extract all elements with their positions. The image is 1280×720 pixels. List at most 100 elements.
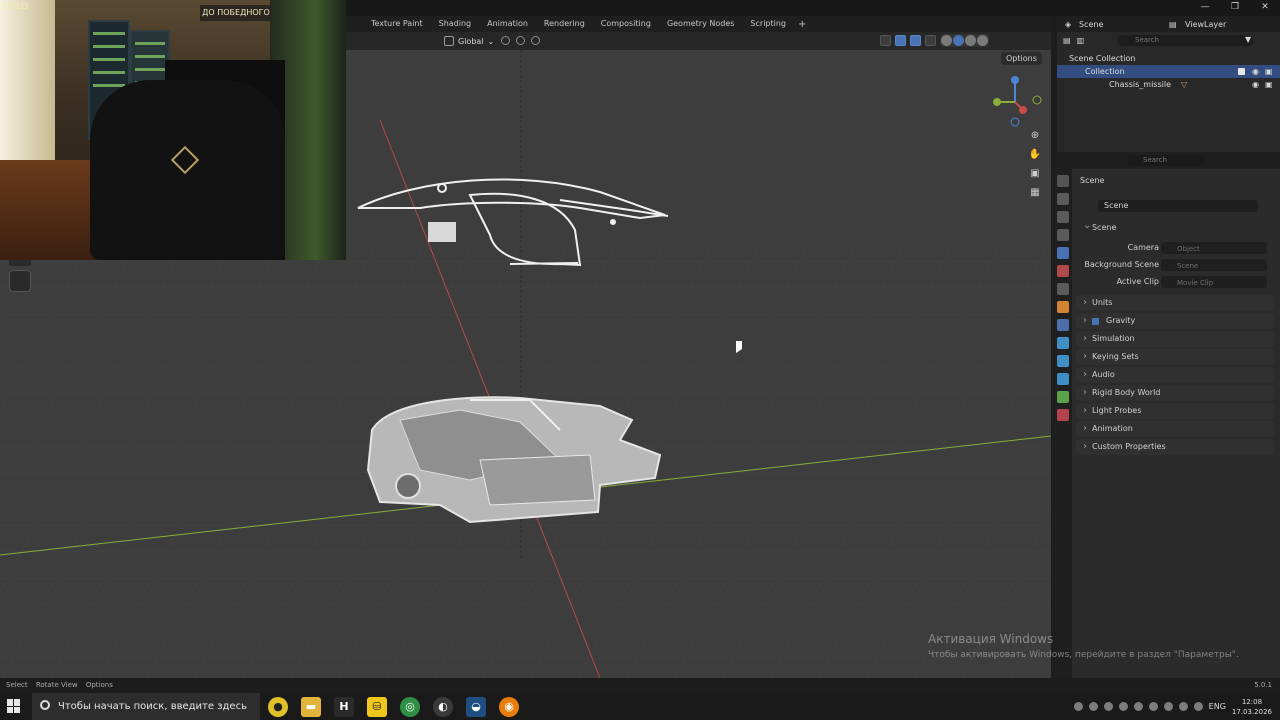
exclude-checkbox[interactable]: [1238, 68, 1245, 75]
windows-start-icon[interactable]: [7, 699, 21, 713]
output-tab-icon[interactable]: [1057, 211, 1069, 223]
camera-field[interactable]: Object: [1161, 242, 1267, 254]
app-icon-1[interactable]: ●: [268, 697, 288, 717]
section-units[interactable]: Units: [1076, 295, 1274, 311]
outliner-search-input[interactable]: Search: [1117, 35, 1253, 46]
material-tab-icon[interactable]: [1057, 409, 1069, 421]
transform-orientation-dropdown[interactable]: Global ⌄: [444, 35, 494, 47]
app-h-icon[interactable]: H: [334, 697, 354, 717]
camera-icon[interactable]: ▣: [1028, 167, 1042, 181]
app-circle-icon[interactable]: ◐: [433, 697, 453, 717]
section-custom-properties[interactable]: Custom Properties: [1076, 439, 1274, 455]
data-tab-icon[interactable]: [1057, 391, 1069, 403]
pivot-icon[interactable]: [501, 36, 510, 45]
orientation-icon: [444, 36, 454, 46]
tray-icon[interactable]: [1088, 702, 1098, 711]
properties-tabs: [1055, 169, 1072, 678]
section-rigid-body-world[interactable]: Rigid Body World: [1076, 385, 1274, 401]
tray-icon[interactable]: [1133, 702, 1143, 711]
chrome-icon[interactable]: ◎: [400, 697, 420, 717]
maximize-button[interactable]: ❐: [1220, 0, 1250, 14]
outliner-object-row[interactable]: Chassis_missile ▽ ◉ ▣: [1057, 78, 1280, 91]
taskbar-search-input[interactable]: Чтобы начать поиск, введите здесь запрос: [32, 693, 260, 720]
section-light-probes[interactable]: Light Probes: [1076, 403, 1274, 419]
tray-icon[interactable]: [1118, 702, 1128, 711]
tab-animation[interactable]: Animation: [479, 16, 536, 32]
xray-icon[interactable]: [925, 35, 936, 46]
visibility-icon[interactable]: [880, 35, 891, 46]
physics-tab-icon[interactable]: [1057, 355, 1069, 367]
modifier-tab-icon[interactable]: [1057, 319, 1069, 331]
tray-icon[interactable]: [1073, 702, 1083, 711]
tray-icon[interactable]: [1178, 702, 1188, 711]
active-clip-field[interactable]: Movie Clip: [1161, 276, 1267, 288]
scene-collection-label: Scene Collection: [1069, 54, 1136, 63]
view-layer-selector[interactable]: ViewLayer: [1185, 20, 1226, 29]
render-tab-icon[interactable]: [1057, 193, 1069, 205]
pan-hand-icon[interactable]: ✋: [1028, 148, 1042, 162]
eye-icon[interactable]: ◉: [1252, 65, 1259, 78]
world-tab-icon[interactable]: [1057, 265, 1069, 277]
tray-icon[interactable]: [1148, 702, 1158, 711]
particles-tab-icon[interactable]: [1057, 337, 1069, 349]
section-keying-sets[interactable]: Keying Sets: [1076, 349, 1274, 365]
minimize-button[interactable]: —: [1190, 0, 1220, 14]
filter-icon[interactable]: ▼: [1245, 35, 1251, 44]
grid-view-icon[interactable]: ▦: [1028, 186, 1042, 200]
properties-search-input[interactable]: Search: [1127, 155, 1205, 166]
tool-tab-icon[interactable]: [1057, 175, 1069, 187]
gravity-checkbox[interactable]: [1092, 318, 1099, 325]
scene-tab-icon[interactable]: [1057, 247, 1069, 259]
collection-tab-icon[interactable]: [1057, 283, 1069, 295]
taskbar-clock[interactable]: 12:08 17.03.2026: [1232, 697, 1272, 717]
view-layer-tab-icon[interactable]: [1057, 229, 1069, 241]
section-simulation[interactable]: Simulation: [1076, 331, 1274, 347]
camera-visibility-icon[interactable]: ▣: [1265, 78, 1273, 91]
outliner-scene-collection[interactable]: Scene Collection: [1057, 52, 1280, 65]
filter-view-icon[interactable]: ▥: [1077, 36, 1085, 45]
tab-scripting[interactable]: Scripting: [742, 16, 794, 32]
add-workspace-button[interactable]: +: [794, 19, 810, 30]
section-gravity[interactable]: Gravity: [1076, 313, 1274, 329]
overlays-icon[interactable]: [910, 35, 921, 46]
tab-shading[interactable]: Shading: [431, 16, 480, 32]
tab-texture-paint[interactable]: Texture Paint: [363, 16, 431, 32]
scene-datablock-field[interactable]: Scene: [1098, 200, 1258, 212]
scene-icon: ◈: [1065, 19, 1072, 29]
outliner-collection[interactable]: Collection ◉ ▣: [1057, 65, 1280, 78]
wireframe-shading-icon[interactable]: [941, 35, 952, 46]
tray-icon[interactable]: [1193, 702, 1203, 711]
tab-geometry-nodes[interactable]: Geometry Nodes: [659, 16, 742, 32]
blender-icon[interactable]: ◉: [499, 697, 519, 717]
file-explorer-icon[interactable]: ▬: [301, 697, 321, 717]
tray-icon[interactable]: [1103, 702, 1113, 711]
display-mode-icon[interactable]: ▤: [1063, 36, 1071, 45]
object-tab-icon[interactable]: [1057, 301, 1069, 313]
rendered-shading-icon[interactable]: [977, 35, 988, 46]
language-indicator[interactable]: ENG: [1209, 702, 1226, 711]
section-scene[interactable]: Scene: [1076, 218, 1274, 236]
steam-icon[interactable]: ◒: [466, 697, 486, 717]
viewport-options-button[interactable]: Options: [1001, 52, 1042, 65]
add-cube-tool[interactable]: [9, 270, 31, 292]
section-animation[interactable]: Animation: [1076, 421, 1274, 437]
navigation-gizmo[interactable]: [985, 72, 1045, 132]
solid-shading-icon[interactable]: [953, 35, 964, 46]
material-shading-icon[interactable]: [965, 35, 976, 46]
snap-icon[interactable]: [516, 36, 525, 45]
app-yellow-icon[interactable]: ⛁: [367, 697, 387, 717]
background-scene-field[interactable]: Scene: [1161, 259, 1267, 271]
tab-compositing[interactable]: Compositing: [593, 16, 659, 32]
camera-visibility-icon[interactable]: ▣: [1265, 65, 1273, 78]
constraints-tab-icon[interactable]: [1057, 373, 1069, 385]
toolbar-handle[interactable]: [9, 260, 31, 266]
tray-icon[interactable]: [1163, 702, 1173, 711]
scene-selector[interactable]: Scene: [1079, 20, 1129, 29]
eye-icon[interactable]: ◉: [1252, 78, 1259, 91]
section-audio[interactable]: Audio: [1076, 367, 1274, 383]
tab-rendering[interactable]: Rendering: [536, 16, 593, 32]
close-button[interactable]: ✕: [1250, 0, 1280, 14]
proportional-edit-icon[interactable]: [531, 36, 540, 45]
gizmo-icon[interactable]: [895, 35, 906, 46]
zoom-icon[interactable]: ⊕: [1028, 129, 1042, 143]
